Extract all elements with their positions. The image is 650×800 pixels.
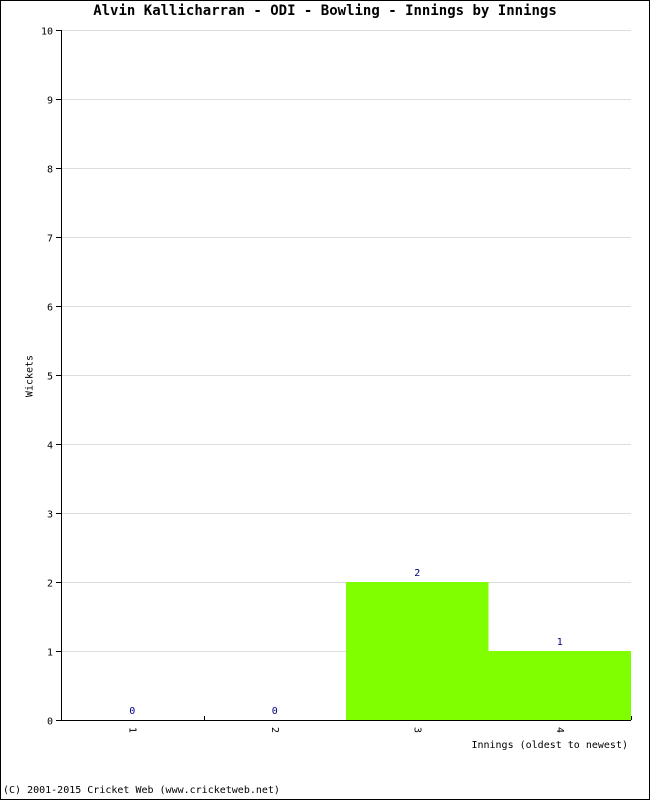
x-tick-label: 3 bbox=[411, 727, 422, 733]
y-tick-label: 5 bbox=[47, 372, 53, 383]
y-tick-label: 1 bbox=[47, 648, 53, 659]
y-tick-label: 9 bbox=[47, 96, 53, 107]
y-tick-label: 3 bbox=[47, 510, 53, 521]
x-tick-label: 4 bbox=[554, 727, 565, 733]
bar-value-label: 1 bbox=[557, 637, 563, 648]
bar bbox=[488, 651, 631, 720]
bar-value-label: 2 bbox=[414, 568, 420, 579]
y-tick-label: 2 bbox=[47, 579, 53, 590]
y-tick-label: 7 bbox=[47, 234, 53, 245]
y-tick-label: 4 bbox=[47, 441, 53, 452]
y-tick-label: 0 bbox=[47, 717, 53, 728]
plot-area: 01234567891001022314 bbox=[41, 27, 632, 733]
x-tick-label: 2 bbox=[269, 727, 280, 733]
bar bbox=[346, 582, 489, 720]
y-tick-label: 6 bbox=[47, 303, 53, 314]
y-tick-label: 8 bbox=[47, 165, 53, 176]
y-tick-label: 10 bbox=[41, 27, 53, 38]
bar-value-label: 0 bbox=[272, 706, 278, 717]
x-tick-label: 1 bbox=[126, 727, 137, 733]
bar-value-label: 0 bbox=[129, 706, 135, 717]
